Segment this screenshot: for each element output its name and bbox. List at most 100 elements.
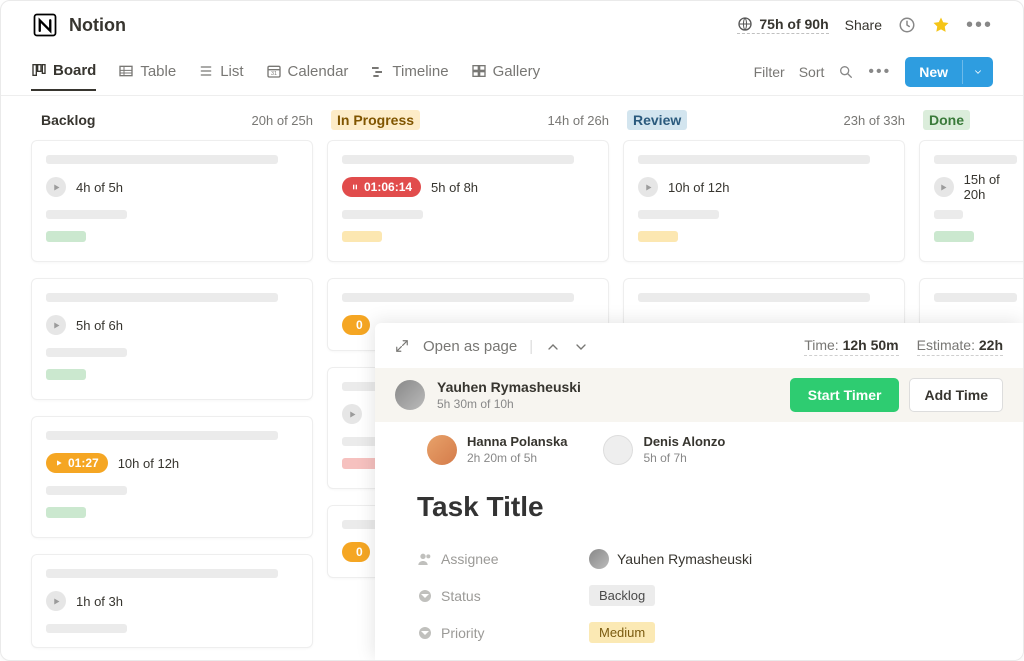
play-icon[interactable] (934, 177, 954, 197)
history-icon[interactable] (898, 16, 916, 34)
next-icon[interactable] (573, 339, 589, 355)
tab-table[interactable]: Table (118, 62, 176, 91)
share-button[interactable]: Share (845, 17, 882, 33)
secondary-users: Hanna Polanska 2h 20m of 5h Denis Alonzo… (375, 422, 1023, 473)
skeleton-line (46, 569, 278, 578)
search-icon[interactable] (838, 64, 854, 80)
tab-timeline[interactable]: Timeline (370, 62, 448, 91)
panel-top-right: Time: 12h 50m Estimate: 22h (804, 337, 1003, 356)
column-header: Review 23h of 33h (623, 110, 919, 140)
card-time: 10h of 12h (668, 180, 729, 195)
task-card[interactable]: 1h of 3h (31, 554, 313, 648)
task-card[interactable]: 15h of 20h (919, 140, 1023, 262)
timer-pill[interactable]: 01:06:14 (342, 177, 421, 197)
prop-status[interactable]: Status Backlog (417, 577, 1003, 614)
tab-table-label: Table (140, 63, 176, 80)
new-button[interactable]: New (905, 57, 993, 87)
task-detail-panel: Open as page | Time: 12h 50m Estimate: 2… (375, 323, 1023, 660)
card-time: 1h of 3h (76, 594, 123, 609)
gallery-icon (471, 63, 487, 79)
column-time: 20h of 25h (252, 113, 313, 128)
open-as-page-button[interactable]: Open as page (423, 338, 517, 355)
task-card[interactable]: 01:27 10h of 12h (31, 416, 313, 538)
play-icon[interactable] (46, 177, 66, 197)
priority-icon (417, 625, 433, 641)
skeleton-line (46, 486, 127, 495)
view-more-icon[interactable]: ••• (868, 63, 891, 81)
expand-icon[interactable] (395, 339, 411, 355)
column-time: 23h of 33h (844, 113, 905, 128)
panel-topbar: Open as page | Time: 12h 50m Estimate: 2… (375, 323, 1023, 368)
new-button-label: New (905, 57, 962, 87)
task-card[interactable]: 5h of 6h (31, 278, 313, 400)
more-options-icon[interactable]: ••• (966, 14, 993, 37)
column-title[interactable]: Review (627, 110, 687, 130)
task-card[interactable] (919, 278, 1023, 329)
time-stat[interactable]: Time: 12h 50m (804, 337, 898, 356)
card-time: 5h of 8h (431, 180, 478, 195)
list-icon (198, 63, 214, 79)
skeleton-line (638, 293, 870, 302)
tab-list-label: List (220, 63, 243, 80)
tab-board[interactable]: Board (31, 62, 96, 91)
tab-gallery[interactable]: Gallery (471, 62, 541, 91)
column-header: In Progress 14h of 26h (327, 110, 623, 140)
time-summary[interactable]: 75h of 90h (737, 16, 828, 34)
timer-buttons: Start Timer Add Time (790, 378, 1003, 412)
card-time-row: 15h of 20h (934, 176, 1023, 198)
table-icon (118, 63, 134, 79)
time-summary-text: 75h of 90h (759, 16, 828, 32)
task-card[interactable]: 10h of 12h (623, 140, 905, 262)
task-properties: Assignee Yauhen Rymasheuski Status Backl… (375, 541, 1023, 651)
column-header: Done (919, 110, 1023, 140)
add-time-button[interactable]: Add Time (909, 378, 1003, 412)
task-card[interactable]: 4h of 5h (31, 140, 313, 262)
prev-icon[interactable] (545, 339, 561, 355)
skeleton-line (638, 210, 719, 219)
task-card[interactable]: 01:06:14 5h of 8h (327, 140, 609, 262)
column-title[interactable]: Done (923, 110, 970, 130)
header: Notion 75h of 90h Share ••• (1, 1, 1023, 47)
app-title: Notion (69, 15, 126, 36)
play-icon[interactable] (46, 591, 66, 611)
estimate-stat[interactable]: Estimate: 22h (917, 337, 1003, 356)
play-icon[interactable] (638, 177, 658, 197)
tab-timeline-label: Timeline (392, 63, 448, 80)
avatar (603, 435, 633, 465)
start-timer-button[interactable]: Start Timer (790, 378, 900, 412)
tab-calendar[interactable]: 31 Calendar (266, 62, 349, 91)
card-time-row: 10h of 12h (638, 176, 890, 198)
user-entry: Denis Alonzo 5h of 7h (603, 434, 725, 465)
skeleton-line (934, 210, 963, 219)
timer-pill[interactable]: 0 (342, 542, 370, 562)
task-title[interactable]: Task Title (375, 473, 1023, 541)
filter-button[interactable]: Filter (754, 64, 785, 80)
calendar-icon: 31 (266, 63, 282, 79)
tag-pill (46, 507, 86, 518)
skeleton-line (46, 348, 127, 357)
timer-pill[interactable]: 0 (342, 315, 370, 335)
prop-assignee[interactable]: Assignee Yauhen Rymasheuski (417, 541, 1003, 577)
column-title[interactable]: In Progress (331, 110, 420, 130)
column-title[interactable]: Backlog (35, 110, 101, 130)
card-time-row: 01:06:14 5h of 8h (342, 176, 594, 198)
task-card[interactable] (623, 278, 905, 329)
priority-pill: Medium (589, 622, 655, 643)
user-time: 5h 30m of 10h (437, 397, 581, 411)
user-name: Denis Alonzo (643, 434, 725, 449)
sort-button[interactable]: Sort (799, 64, 825, 80)
status-pill: Backlog (589, 585, 655, 606)
card-time: 15h of 20h (964, 172, 1023, 202)
skeleton-line (46, 431, 278, 440)
favorite-star-icon[interactable] (932, 16, 950, 34)
primary-user: Yauhen Rymasheuski 5h 30m of 10h (395, 379, 581, 411)
prop-priority[interactable]: Priority Medium (417, 614, 1003, 651)
play-icon[interactable] (46, 315, 66, 335)
play-icon[interactable] (342, 404, 362, 424)
timer-pill[interactable]: 01:27 (46, 453, 108, 473)
timeline-icon (370, 63, 386, 79)
new-chevron-icon[interactable] (962, 60, 993, 84)
separator: | (529, 338, 533, 355)
tab-list[interactable]: List (198, 62, 243, 91)
tab-gallery-label: Gallery (493, 63, 541, 80)
